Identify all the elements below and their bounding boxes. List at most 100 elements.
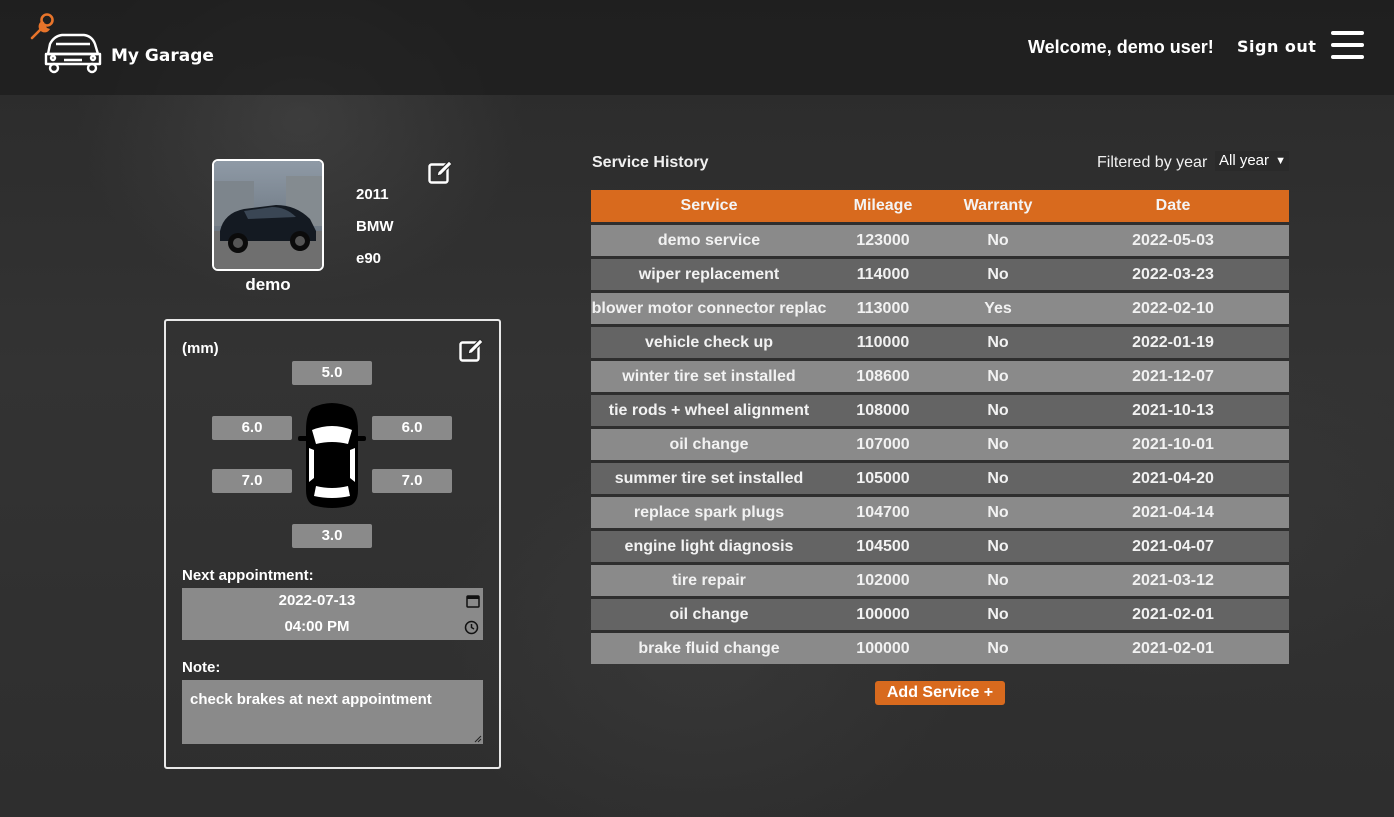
warranty-cell: No xyxy=(939,494,1057,530)
warranty-cell: No xyxy=(939,528,1057,564)
mileage-cell: 123000 xyxy=(827,222,939,258)
date-cell: 2021-03-12 xyxy=(1057,562,1289,598)
date-cell: 2022-02-10 xyxy=(1057,290,1289,326)
date-cell: 2021-10-13 xyxy=(1057,392,1289,428)
mileage-cell: 104500 xyxy=(827,528,939,564)
table-header-row: Service Mileage Warranty Date xyxy=(591,190,1289,224)
date-cell: 2022-05-03 xyxy=(1057,222,1289,258)
warranty-cell: No xyxy=(939,562,1057,598)
car-logo-icon xyxy=(30,13,102,74)
appointment-time[interactable]: 04:00 PM xyxy=(182,618,452,635)
table-row[interactable]: blower motor connector replac 113000 Yes 20… xyxy=(591,290,1289,326)
tire-front-left[interactable]: 6.0 xyxy=(212,416,292,440)
column-header-mileage[interactable]: Mileage xyxy=(827,190,939,224)
service-history-title: Service History xyxy=(592,154,709,171)
tire-rear-left[interactable]: 7.0 xyxy=(212,469,292,493)
date-cell: 2021-04-20 xyxy=(1057,460,1289,496)
date-cell: 2021-10-01 xyxy=(1057,426,1289,462)
service-cell: wiper replacement xyxy=(591,256,827,292)
hamburger-menu-icon[interactable] xyxy=(1331,31,1365,63)
resize-handle-icon[interactable] xyxy=(474,735,482,743)
service-cell: blower motor connector replac xyxy=(591,290,827,326)
mileage-cell: 114000 xyxy=(827,256,939,292)
garage-logo[interactable] xyxy=(28,12,106,79)
service-cell: summer tire set installed xyxy=(591,460,827,496)
date-cell: 2021-02-01 xyxy=(1057,630,1289,664)
service-cell: winter tire set installed xyxy=(591,358,827,394)
table-row[interactable]: tire repair 102000 No 2021-03-12 xyxy=(591,562,1289,598)
note-textarea[interactable]: check brakes at next appointment xyxy=(182,680,483,744)
table-row[interactable]: oil change 100000 No 2021-02-01 xyxy=(591,596,1289,632)
year-filter-value: All year xyxy=(1219,152,1270,169)
tire-front[interactable]: 5.0 xyxy=(292,361,372,385)
mileage-cell: 105000 xyxy=(827,460,939,496)
table-row[interactable]: replace spark plugs 104700 No 2021-04-14 xyxy=(591,494,1289,530)
table-row[interactable]: oil change 107000 No 2021-10-01 xyxy=(591,426,1289,462)
tire-rear[interactable]: 3.0 xyxy=(292,524,372,548)
brand-name[interactable]: My Garage xyxy=(111,46,214,66)
mileage-cell: 108600 xyxy=(827,358,939,394)
tire-rear-right[interactable]: 7.0 xyxy=(372,469,452,493)
year-filter-label: Filtered by year xyxy=(1097,154,1208,171)
note-text: check brakes at next appointment xyxy=(190,691,432,708)
column-header-date[interactable]: Date xyxy=(1057,190,1289,224)
date-cell: 2022-03-23 xyxy=(1057,256,1289,292)
calendar-icon[interactable] xyxy=(466,594,480,608)
service-cell: demo service xyxy=(591,222,827,258)
tire-front-right[interactable]: 6.0 xyxy=(372,416,452,440)
table-row[interactable]: demo service 123000 No 2022-05-03 xyxy=(591,222,1289,258)
date-cell: 2021-12-07 xyxy=(1057,358,1289,394)
mileage-cell: 100000 xyxy=(827,630,939,664)
warranty-cell: No xyxy=(939,596,1057,632)
service-cell: vehicle check up xyxy=(591,324,827,360)
edit-tires-icon[interactable] xyxy=(459,337,485,368)
vehicle-model: e90 xyxy=(356,250,382,267)
service-cell: brake fluid change xyxy=(591,630,827,664)
table-row[interactable]: tie rods + wheel alignment 108000 No 2021-1… xyxy=(591,392,1289,428)
table-row[interactable]: brake fluid change 100000 No 2021-02-01 xyxy=(591,630,1289,664)
table-row[interactable]: summer tire set installed 105000 No 2021-04… xyxy=(591,460,1289,496)
table-row[interactable]: vehicle check up 110000 No 2022-01-19 xyxy=(591,324,1289,360)
warranty-cell: No xyxy=(939,324,1057,360)
appointment-date[interactable]: 2022-07-13 xyxy=(182,592,452,609)
warranty-cell: No xyxy=(939,392,1057,428)
service-cell: oil change xyxy=(591,596,827,632)
car-top-view-icon xyxy=(298,400,366,515)
table-row[interactable]: winter tire set installed 108600 No 2021-12… xyxy=(591,358,1289,394)
appointment-datetime-input[interactable]: 2022-07-13 04:00 PM xyxy=(182,588,483,640)
column-header-service[interactable]: Service xyxy=(591,190,827,224)
edit-vehicle-icon[interactable] xyxy=(428,159,454,190)
service-cell: replace spark plugs xyxy=(591,494,827,530)
warranty-cell: No xyxy=(939,222,1057,258)
date-cell: 2021-04-07 xyxy=(1057,528,1289,564)
mileage-cell: 108000 xyxy=(827,392,939,428)
service-cell: oil change xyxy=(591,426,827,462)
clock-icon[interactable] xyxy=(464,620,479,635)
table-row[interactable]: engine light diagnosis 104500 No 2021-04-07 xyxy=(591,528,1289,564)
service-cell: engine light diagnosis xyxy=(591,528,827,564)
mileage-cell: 102000 xyxy=(827,562,939,598)
mileage-cell: 100000 xyxy=(827,596,939,632)
warranty-cell: No xyxy=(939,630,1057,664)
service-history-table: Service Mileage Warranty Date demo servi… xyxy=(591,190,1289,664)
vehicle-name: demo xyxy=(245,275,291,294)
chevron-down-icon: ▼ xyxy=(1275,155,1286,167)
vehicle-year: 2011 xyxy=(356,186,389,203)
service-cell: tie rods + wheel alignment xyxy=(591,392,827,428)
vehicle-photo xyxy=(212,159,324,271)
mileage-cell: 104700 xyxy=(827,494,939,530)
sign-out-link[interactable]: Sign out xyxy=(1237,37,1316,56)
mileage-cell: 107000 xyxy=(827,426,939,462)
mileage-cell: 110000 xyxy=(827,324,939,360)
top-navbar: My Garage Welcome, demo user! Sign out xyxy=(0,0,1394,95)
warranty-cell: No xyxy=(939,256,1057,292)
tread-unit-label: (mm) xyxy=(182,340,219,357)
date-cell: 2021-04-14 xyxy=(1057,494,1289,530)
date-cell: 2021-02-01 xyxy=(1057,596,1289,632)
table-row[interactable]: wiper replacement 114000 No 2022-03-23 xyxy=(591,256,1289,292)
wrench-icon xyxy=(30,13,54,40)
column-header-warranty[interactable]: Warranty xyxy=(939,190,1057,224)
add-service-button[interactable]: Add Service + xyxy=(875,681,1005,705)
year-filter-select[interactable]: All year ▼ xyxy=(1215,151,1289,171)
note-label: Note: xyxy=(182,659,221,676)
